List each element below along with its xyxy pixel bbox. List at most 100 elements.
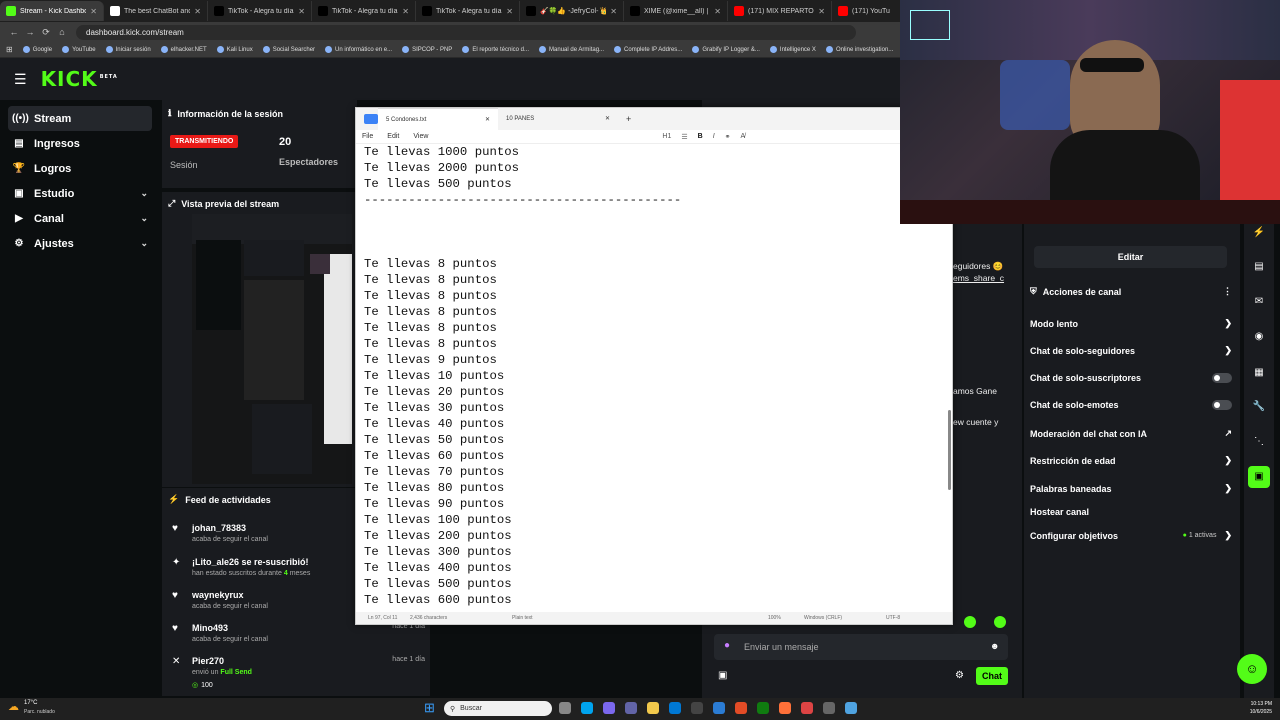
edit-button[interactable]: Editar [1034, 246, 1227, 268]
toggle-switch[interactable] [1212, 373, 1232, 383]
home-icon[interactable]: ⌂ [54, 27, 70, 37]
close-tab-icon[interactable]: ✕ [605, 108, 610, 130]
close-tab-icon[interactable]: ✕ [818, 7, 825, 16]
obs-icon[interactable] [691, 702, 703, 714]
emoji-icon[interactable]: ☻ [990, 641, 999, 651]
close-tab-icon[interactable]: ✕ [402, 7, 409, 16]
broadcast-tool-icon[interactable]: ◉ [1248, 326, 1270, 348]
bookmark-item[interactable]: SIPCOP - PNP [402, 46, 452, 53]
chat-send-button[interactable]: Chat [976, 667, 1008, 685]
add-widget-icon[interactable]: ▣ [1248, 466, 1270, 488]
browser-tab[interactable]: Stream - Kick Dashboard ✕ [0, 1, 104, 21]
file-explorer-icon[interactable] [647, 702, 659, 714]
vscode-icon[interactable] [713, 702, 725, 714]
layout-tool-icon[interactable]: ▦ [1248, 362, 1270, 384]
notepad-tab-active[interactable]: 5 Condones.txt ✕ [378, 108, 498, 130]
sidebar-item-canal[interactable]: ▶ Canal ⌄ [8, 206, 152, 231]
support-icon[interactable]: ☺ [1237, 654, 1267, 684]
close-tab-icon[interactable]: ✕ [714, 7, 721, 16]
bookmark-item[interactable]: Un informático en e... [325, 46, 392, 53]
more-options-icon[interactable]: ⋮ [1223, 286, 1232, 297]
url-field[interactable]: dashboard.kick.com/stream [76, 24, 856, 40]
sidebar-item-estudio[interactable]: ▣ Estudio ⌄ [8, 181, 152, 206]
link-icon[interactable]: ⚭ [725, 133, 731, 141]
gift-icon[interactable]: ▣ [718, 670, 727, 681]
browser-tab[interactable]: The best ChatBot and Wi ✕ [104, 1, 208, 21]
emote-icon-2[interactable] [994, 616, 1006, 628]
browser-tab[interactable]: TikTok - Alegra tu día ✕ [312, 1, 416, 21]
reload-icon[interactable]: ⟳ [38, 27, 54, 38]
activity-user-name[interactable]: Pier270 [192, 656, 224, 666]
edge-icon[interactable] [669, 702, 681, 714]
menu-edit[interactable]: Edit [387, 133, 399, 140]
close-tab-icon[interactable]: ✕ [90, 7, 97, 16]
channel-action-item[interactable]: Hostear canal [1030, 507, 1232, 517]
xbox-icon[interactable] [757, 702, 769, 714]
bookmark-item[interactable]: Social Searcher [262, 46, 315, 53]
bookmark-item[interactable]: Complete IP Addres... [614, 46, 682, 53]
forward-icon[interactable]: → [22, 27, 38, 37]
notepad-tab[interactable]: 10 PANES ✕ [498, 108, 618, 130]
browser-tab[interactable]: TikTok - Alegra tu día ✕ [208, 1, 312, 21]
close-tab-icon[interactable]: ✕ [506, 7, 513, 16]
task-view-icon[interactable] [559, 702, 571, 714]
toggle-switch[interactable] [1212, 400, 1232, 410]
bookmark-item[interactable]: Intelligence X [769, 46, 816, 53]
new-tab-icon[interactable]: + [626, 114, 631, 124]
channel-action-item[interactable]: Palabras baneadas ❯ [1030, 483, 1232, 494]
menu-view[interactable]: View [413, 133, 428, 140]
notepad-scrollbar[interactable] [948, 410, 951, 490]
chat-message-input[interactable]: Enviar un mensaje [714, 634, 1008, 660]
browser-tab[interactable]: XIME (@xime__all) | TikTok ✕ [624, 1, 728, 21]
apps-icon[interactable]: ⊞ [6, 45, 13, 54]
chrome-icon[interactable] [735, 702, 747, 714]
close-tab-icon[interactable]: ✕ [610, 7, 617, 16]
bookmark-item[interactable]: Grabify IP Logger &... [692, 46, 760, 53]
browser-tab[interactable]: (171) MIX REPARTO 20 ✕ [728, 1, 832, 21]
bookmark-item[interactable]: El reporte técnico d... [462, 46, 529, 53]
browser-tab[interactable]: 🎸🍀👍 -JefryCol- 👑🍀🎸 ✕ [520, 1, 624, 21]
close-tab-icon[interactable]: ✕ [194, 7, 201, 16]
notepad-icon[interactable] [845, 702, 857, 714]
chat-settings-icon[interactable]: ⚙ [955, 670, 964, 681]
close-tab-icon[interactable]: ✕ [485, 109, 490, 130]
activity-user-name[interactable]: johan_78383 [192, 523, 246, 533]
taskbar-search[interactable]: ⚲ Buscar [444, 701, 552, 716]
activity-user-name[interactable]: ¡Lito_ale26 se re-suscribió! [192, 557, 309, 567]
chat-tool-icon[interactable]: ✉ [1248, 291, 1270, 313]
windows-start-icon[interactable]: ⊞ [424, 700, 435, 716]
channel-action-item[interactable]: Modo lento ❯ [1030, 318, 1232, 329]
sidebar-item-ajustes[interactable]: ⚙ Ajustes ⌄ [8, 231, 152, 256]
bookmark-item[interactable]: Online investigation... [825, 46, 893, 53]
italic-icon[interactable]: I [713, 133, 715, 141]
channel-action-item[interactable]: Chat de solo-emotes [1030, 400, 1232, 410]
copilot-icon[interactable] [581, 702, 593, 714]
hamburger-menu-icon[interactable]: ☰ [14, 71, 27, 88]
sidebar-item-ingresos[interactable]: ▤ Ingresos [8, 131, 152, 156]
bookmark-item[interactable]: Manual de Armitag... [539, 46, 604, 53]
bolt-tool-icon[interactable]: ⚡ [1248, 222, 1270, 244]
chevron-down-icon[interactable]: ⌄ [140, 188, 148, 199]
clear-format-icon[interactable]: A̸ [741, 133, 746, 141]
sidebar-item-logros[interactable]: 🏆 Logros [8, 156, 152, 181]
bold-icon[interactable]: B [698, 133, 703, 141]
weather-icon[interactable]: ☁ [8, 700, 19, 713]
channel-action-item[interactable]: Chat de solo-seguidores ❯ [1030, 345, 1232, 356]
bookmark-item[interactable]: YouTube [62, 46, 96, 53]
browser-tab[interactable]: TikTok - Alegra tu día ✕ [416, 1, 520, 21]
channel-action-item[interactable]: Chat de solo-suscriptores [1030, 373, 1232, 383]
close-tab-icon[interactable]: ✕ [298, 7, 305, 16]
recorder-icon[interactable] [801, 702, 813, 714]
bookmark-item[interactable]: Google [22, 46, 52, 53]
bookmark-item[interactable]: elhacker.NET [160, 46, 207, 53]
channel-action-item[interactable]: Restricción de edad ❯ [1030, 455, 1232, 466]
back-icon[interactable]: ← [6, 27, 22, 37]
snipping-icon[interactable] [823, 702, 835, 714]
channel-action-item[interactable]: Configurar objetivos ● 1 activas ❯ [1030, 530, 1232, 541]
activity-user-name[interactable]: waynekyrux [192, 590, 244, 600]
teams-icon[interactable] [625, 702, 637, 714]
widgets-icon[interactable] [603, 702, 615, 714]
channel-action-item[interactable]: Moderación del chat con IA ↗ [1030, 428, 1232, 439]
wrench-tool-icon[interactable]: 🔧 [1248, 396, 1270, 418]
kick-logo[interactable]: KICK BETA [41, 67, 118, 91]
